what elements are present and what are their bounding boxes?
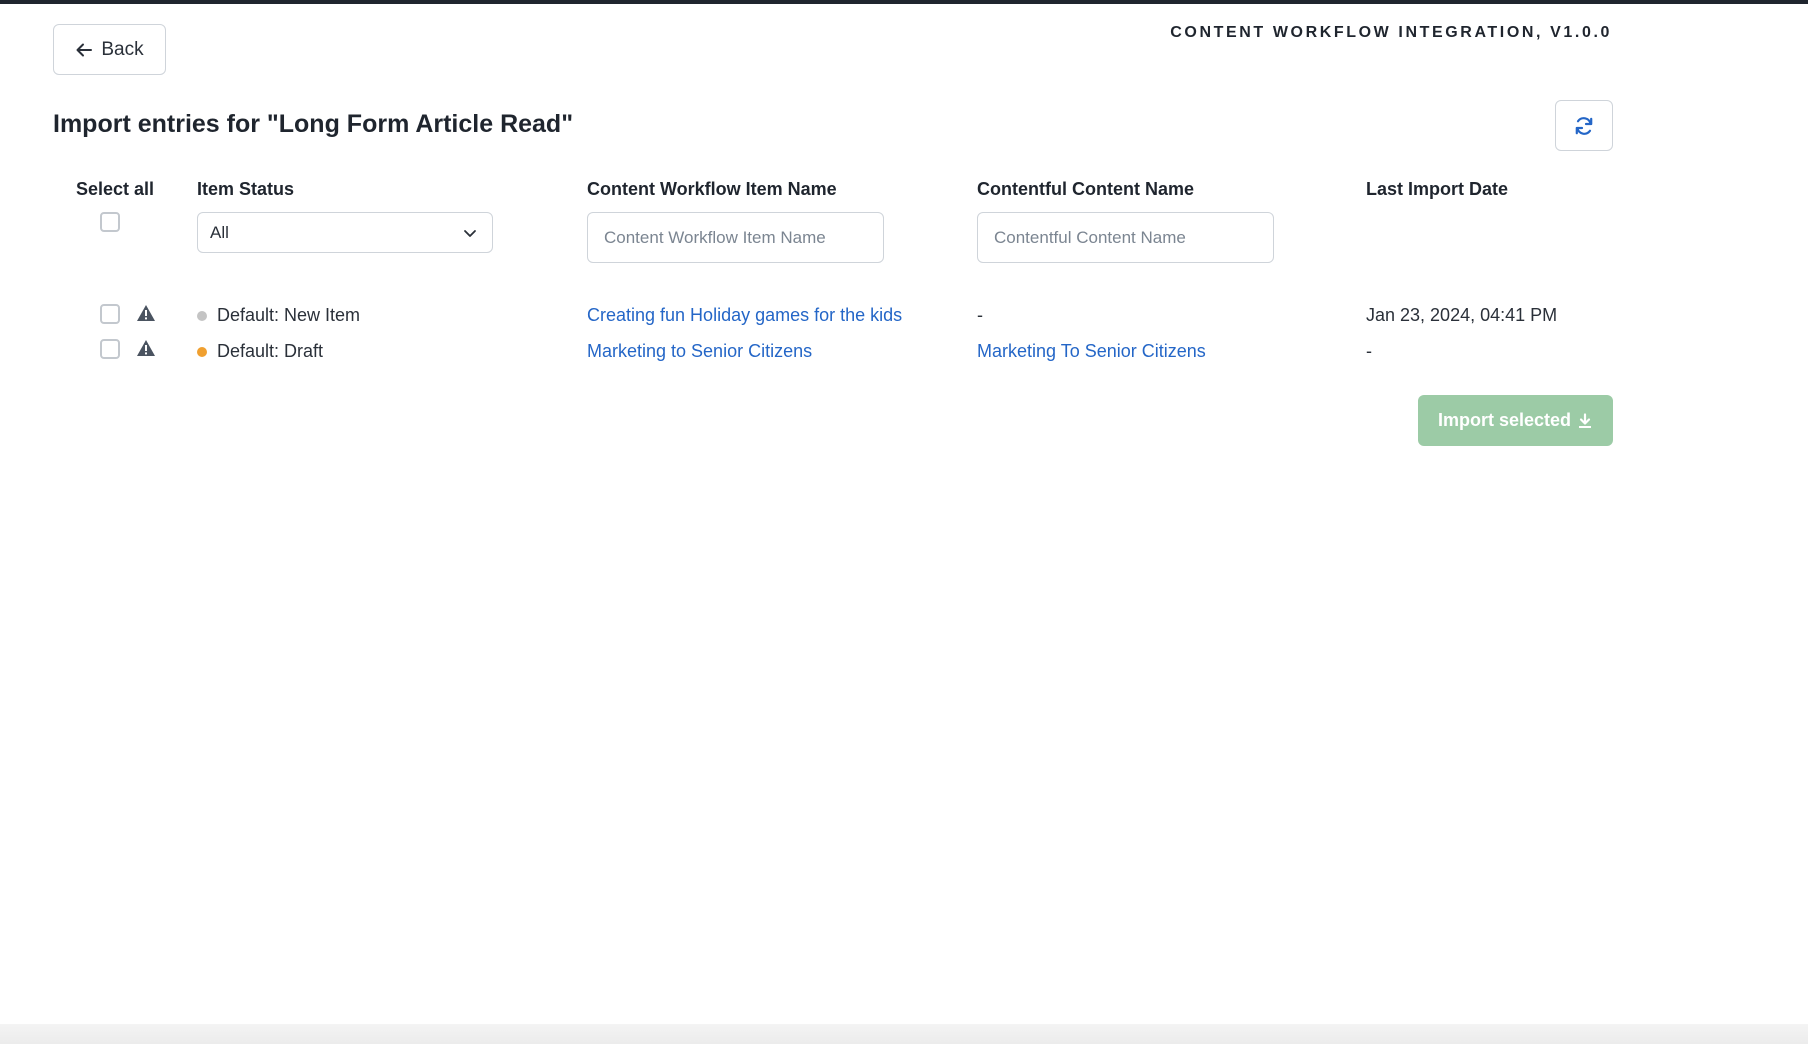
- row-checkbox[interactable]: [100, 304, 120, 324]
- select-all-header: Select all: [76, 179, 155, 199]
- refresh-icon: [1575, 116, 1593, 135]
- row-status: Default: New Item: [197, 305, 360, 326]
- row-status-label: Default: New Item: [217, 305, 361, 325]
- app-version: CONTENT WORKFLOW INTEGRATION, V1.0.0: [1170, 24, 1612, 41]
- last-import-date-header: Last Import Date: [1366, 179, 1509, 199]
- contentful-content-name-header: Contentful Content Name: [977, 179, 1194, 199]
- row-checkbox[interactable]: [100, 339, 120, 359]
- import-selected-button[interactable]: Import selected: [1418, 395, 1613, 446]
- row-status-label: Default: Draft: [217, 341, 324, 361]
- item-status-selected-value: All: [210, 222, 229, 242]
- workflow-item-name-header: Content Workflow Item Name: [587, 179, 837, 199]
- back-button-label: Back: [101, 38, 144, 60]
- item-status-select[interactable]: All: [197, 212, 493, 253]
- contentful-content-name-input[interactable]: [977, 212, 1274, 263]
- row-last-import-date: -: [1366, 341, 1372, 361]
- chevron-down-icon: [464, 229, 476, 237]
- warning-icon: [137, 305, 155, 321]
- row-last-import-date: Jan 23, 2024, 04:41 PM: [1366, 305, 1558, 325]
- workflow-item-name-input[interactable]: [587, 212, 884, 263]
- page-title: Import entries for "Long Form Article Re…: [53, 110, 574, 138]
- row-contentful-name-link[interactable]: Marketing To Senior Citizens: [977, 341, 1206, 362]
- row-workflow-item-link[interactable]: Creating fun Holiday games for the kids: [587, 305, 902, 326]
- row-workflow-item-link[interactable]: Marketing to Senior Citizens: [587, 341, 812, 362]
- arrow-left-icon: [76, 43, 93, 56]
- row-contentful-name: -: [977, 305, 983, 325]
- item-status-header: Item Status: [197, 179, 295, 199]
- import-selected-label: Import selected: [1437, 410, 1572, 430]
- download-icon: [1579, 412, 1592, 428]
- back-button[interactable]: Back: [53, 24, 166, 75]
- select-all-checkbox[interactable]: [100, 212, 120, 232]
- top-bar: [0, 0, 1808, 4]
- status-dot-icon: [197, 310, 207, 321]
- status-dot-icon: [197, 346, 207, 357]
- refresh-button[interactable]: [1555, 100, 1613, 151]
- row-status: Default: Draft: [197, 341, 323, 362]
- bottom-band: [0, 1024, 1808, 1044]
- warning-icon: [137, 340, 155, 356]
